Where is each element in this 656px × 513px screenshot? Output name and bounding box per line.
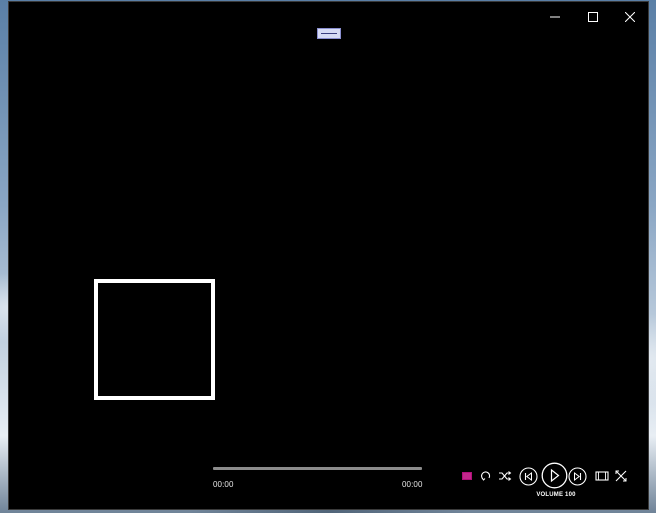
total-time: 00:00 bbox=[402, 480, 423, 489]
drag-handle-button[interactable] bbox=[317, 28, 341, 39]
repeat-button[interactable] bbox=[480, 470, 492, 482]
drag-handle-icon bbox=[321, 33, 337, 34]
skip-previous-icon bbox=[519, 467, 538, 486]
close-icon bbox=[625, 12, 635, 22]
media-player-window: 00:00 00:00 VOLUME 100 bbox=[8, 1, 649, 510]
close-button[interactable] bbox=[613, 5, 647, 29]
current-time: 00:00 bbox=[213, 480, 234, 489]
minimize-icon bbox=[550, 16, 560, 18]
skip-next-icon bbox=[568, 467, 587, 486]
repeat-icon bbox=[481, 471, 491, 481]
play-button[interactable] bbox=[541, 462, 568, 489]
playlist-icon bbox=[462, 472, 472, 480]
maximize-button[interactable] bbox=[576, 5, 610, 29]
minimize-button[interactable] bbox=[538, 5, 572, 29]
shuffle-button[interactable] bbox=[498, 470, 512, 482]
play-icon bbox=[541, 462, 568, 489]
fullscreen-button[interactable] bbox=[615, 470, 627, 482]
fullscreen-icon bbox=[615, 470, 627, 482]
playlist-button[interactable] bbox=[461, 470, 473, 482]
seek-bar[interactable] bbox=[213, 467, 422, 470]
mini-view-button[interactable] bbox=[595, 470, 609, 482]
previous-button[interactable] bbox=[519, 467, 538, 486]
video-frame-square bbox=[94, 279, 215, 400]
mini-view-icon bbox=[595, 471, 609, 481]
next-button[interactable] bbox=[568, 467, 587, 486]
volume-label: VOLUME 100 bbox=[536, 492, 576, 498]
shuffle-icon bbox=[499, 471, 512, 481]
maximize-icon bbox=[588, 12, 598, 22]
